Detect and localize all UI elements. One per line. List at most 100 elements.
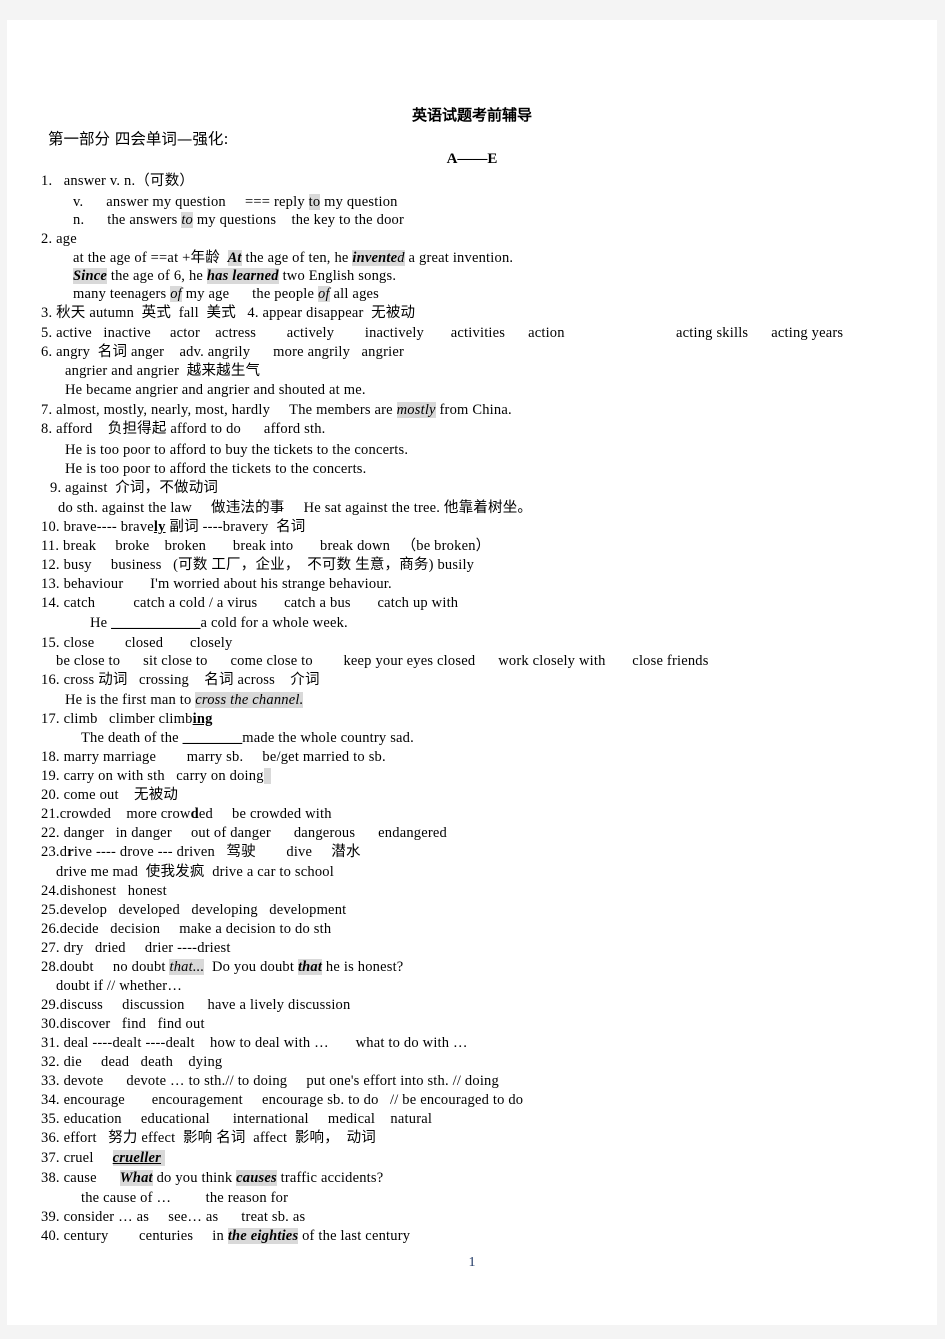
sentence-end: made the whole country sad. (242, 730, 414, 746)
entry-5: 5. active inactive actor actress activel… (41, 326, 565, 341)
entry-text: answer v. n.（可数） (63, 173, 195, 189)
entry-text-right: acting skills acting years (676, 325, 844, 341)
entry-text: develop developed developing development (59, 902, 347, 918)
highlight-invented-suffix: d (397, 250, 405, 266)
entry-text: encourage encouragement encourage sb. to… (63, 1092, 524, 1108)
entry-text: consider … as see… as treat sb. as (63, 1209, 306, 1225)
entry-text: doubt if // whether… (56, 978, 183, 994)
entry-12: 12. busy business (可数 工厂，企业， 不可数 生意，商务) … (41, 558, 474, 573)
highlight-of: of (170, 286, 182, 302)
entry-37: 37. cruel crueller (41, 1150, 165, 1166)
highlight-cross-the-channel: cross the channel. (195, 692, 304, 708)
entry-text: deal ----dealt ----dealt how to deal wit… (63, 1035, 468, 1051)
entry-17: 17. climb climber climbing (41, 712, 213, 727)
entry-num: 38. (41, 1170, 60, 1186)
highlight-trailing-space (263, 768, 272, 784)
entry-text: drive me mad 使我发疯 drive a car to school (56, 864, 334, 880)
highlight-causes: causes (236, 1170, 277, 1186)
highlight-what: What (119, 1170, 153, 1186)
entry-text: busy business (可数 工厂，企业， 不可数 生意，商务) busi… (63, 557, 475, 573)
part-label: 第一部分 四会单词—强化: (48, 130, 229, 148)
entry-3: 3. 秋天 autumn 英式 fall 美式 4. appear disapp… (41, 306, 415, 321)
phrase-tail: a great invention. (404, 250, 514, 266)
entry-36: 36. effort 努力 effect 影响 名词 affect 影响， 动词 (41, 1131, 376, 1146)
entry-text: cause (63, 1170, 97, 1186)
page-number: 1 (468, 1255, 476, 1270)
entry-text: decide decision make a decision to do st… (59, 921, 332, 937)
blank-field[interactable]: ________ (183, 730, 243, 746)
entry-text: do sth. against the law 做违法的事 He sat aga… (58, 500, 533, 516)
entry-2-line-1: at the age of ==at +年龄 At the age of ten… (73, 250, 514, 266)
entry-38-line-2: the cause of … the reason for (81, 1191, 288, 1206)
entry-text: the cause of … the reason for (81, 1190, 289, 1206)
phrase: many teenagers (73, 286, 171, 302)
entry-num: 23. (41, 844, 60, 860)
document-page: 英语试题考前辅导 第一部分 四会单词—强化: A——E 1. answer v.… (7, 20, 937, 1325)
entry-num: 33. (41, 1073, 60, 1089)
entry-text: education educational international medi… (63, 1111, 433, 1127)
entry-text-tail: ed be crowded with (198, 806, 332, 822)
entry-text-mid: Do you doubt (204, 959, 298, 975)
entry-num: 22. (41, 825, 60, 841)
phrase-tail: my questions (193, 212, 277, 228)
highlight-mostly: mostly (396, 402, 436, 418)
entry-num: 3. (41, 305, 53, 321)
entry-num: 32. (41, 1054, 60, 1070)
entry-6-example: He became angrier and angrier and shoute… (65, 383, 366, 398)
entry-num: 24. (41, 883, 60, 899)
entry-16: 16. cross 动词 crossing 名词 across 介词 (41, 673, 320, 688)
entry-num: 18. (41, 749, 60, 765)
entry-num: 7. (41, 402, 53, 418)
entry-example: The members are (289, 402, 397, 418)
entry-text: angrier and angrier 越来越生气 (65, 363, 261, 379)
phrase: answer my question (106, 194, 226, 210)
entry-num: 15. (41, 635, 60, 651)
entry-32: 32. die dead death dying (41, 1055, 222, 1070)
entry-text: close closed closely (63, 635, 233, 651)
entry-text: behaviour I'm worried about his strange … (63, 576, 392, 592)
entry-text-tail: of the last century (298, 1228, 411, 1244)
entry-13: 13. behaviour I'm worried about his stra… (41, 577, 392, 592)
blank-field[interactable]: ____________ (111, 615, 200, 631)
highlight-that: that (297, 959, 323, 975)
pos-label-v: v. (73, 194, 84, 210)
entry-20: 20. come out 无被动 (41, 788, 178, 803)
entry-text: danger in danger out of danger dangerous… (63, 825, 447, 841)
entry-text: century centuries in (63, 1228, 228, 1244)
phrase: the answers (107, 212, 182, 228)
entry-text: carry on with sth carry on doing (63, 768, 264, 784)
highlight-crueller: crueller (112, 1150, 161, 1166)
entry-17-fill-blank: The death of the ________made the whole … (81, 731, 414, 746)
entry-14: 14. catch catch a cold / a virus catch a… (41, 596, 458, 611)
entry-8-example-2: He is too poor to afford the tickets to … (65, 462, 366, 477)
highlight-has-learned: has learned (206, 268, 279, 284)
highlight-at: At (227, 250, 242, 266)
entry-num: 2. (41, 231, 53, 247)
document-body: 英语试题考前辅导 第一部分 四会单词—强化: A——E 1. answer v.… (7, 20, 937, 1325)
phrase-extra: the key to the door (291, 212, 405, 228)
entry-text: cross 动词 crossing 名词 across 介词 (63, 672, 320, 688)
entry-24: 24.dishonest honest (41, 884, 167, 899)
range-label: A——E (446, 151, 498, 167)
entry-34: 34. encourage encouragement encourage sb… (41, 1093, 523, 1108)
entry-text: He is too poor to afford to buy the tick… (65, 442, 409, 458)
entry-num: 35. (41, 1111, 60, 1127)
entry-27: 27. dry dried drier ----driest (41, 941, 231, 956)
sentence-start: He is the first man to (65, 692, 196, 708)
entry-2: 2. age (41, 232, 77, 247)
sentence-start: The death of the (81, 730, 183, 746)
entry-19: 19. carry on with sth carry on doing (41, 768, 272, 784)
entry-num: 12. (41, 557, 60, 573)
entry-text: He became angrier and angrier and shoute… (65, 382, 366, 398)
entry-text: die dead death dying (63, 1054, 223, 1070)
entry-num: 39. (41, 1209, 60, 1225)
bold-letter-d: d (190, 806, 199, 822)
entry-1-sub-n: n. the answers to my questions the key t… (73, 212, 405, 228)
entry-9-example: do sth. against the law 做违法的事 He sat aga… (58, 501, 532, 516)
entry-num: 30. (41, 1016, 60, 1032)
entry-23: 23.drive ---- drove --- driven 驾驶 dive 潜… (41, 845, 361, 860)
entry-text: climb climber climb (63, 711, 193, 727)
entry-40: 40. century centuries in the eighties of… (41, 1228, 411, 1244)
entry-num: 31. (41, 1035, 60, 1051)
entry-text: effort 努力 effect 影响 名词 affect 影响， 动词 (63, 1130, 376, 1146)
